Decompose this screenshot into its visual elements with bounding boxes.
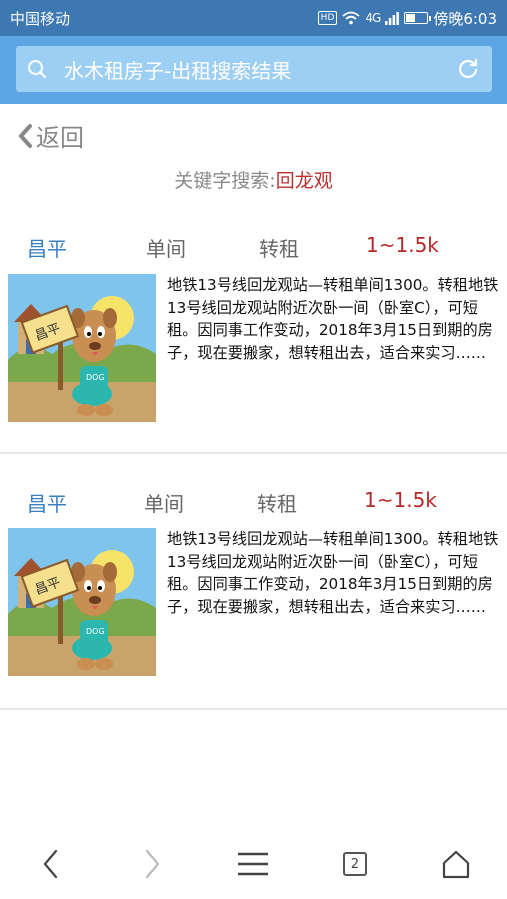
search-query-text[interactable]: 水木租房子-出租搜索结果 xyxy=(58,55,444,84)
keyword-value: 回龙观 xyxy=(275,170,333,192)
keyword-prefix: 关键字搜索: xyxy=(174,170,276,192)
dog-shirt-text: DOG xyxy=(86,373,105,382)
menu-button[interactable] xyxy=(223,834,283,894)
rent-type-tag: 转租 xyxy=(259,237,299,261)
listing-body[interactable]: DOG 昌平 地铁13号线回龙观站—转租单间1300。转租地铁13号线回龙观站附… xyxy=(0,528,507,678)
clock-label: 傍晚6:03 xyxy=(433,9,497,28)
listing-body[interactable]: DOG 昌平 地铁13号线回龙观站—转租单间1300。转租地铁13号线回龙观站附… xyxy=(0,274,507,424)
carrier-label: 中国移动 xyxy=(10,9,71,28)
rent-type-tag: 转租 xyxy=(257,492,297,516)
home-button[interactable] xyxy=(426,834,486,894)
listing-description[interactable]: 地铁13号线回龙观站—转租单间1300。转租地铁13号线回龙观站附近次卧一间（卧… xyxy=(167,528,501,618)
listing-description[interactable]: 地铁13号线回龙观站—转租单间1300。转租地铁13号线回龙观站附近次卧一间（卧… xyxy=(167,274,501,364)
listing-item[interactable]: 昌平 单间 转租 1~1.5k DOG 昌平 地铁13号线回龙观站—转租单间13… xyxy=(0,488,507,678)
network-type-label: 4G xyxy=(365,11,381,25)
battery-icon xyxy=(404,12,432,24)
price-tag: 1~1.5k xyxy=(366,233,439,257)
wifi-icon xyxy=(342,11,360,25)
listing-divider xyxy=(0,708,507,710)
tab-count-badge[interactable]: 2 xyxy=(342,852,367,876)
listing-tags: 昌平 单间 转租 1~1.5k xyxy=(0,488,507,520)
search-icon[interactable] xyxy=(16,46,58,92)
keyword-search-line: 关键字搜索:回龙观 xyxy=(0,166,507,193)
dog-shirt-text: DOG xyxy=(86,627,105,636)
forward-nav-button[interactable] xyxy=(122,834,182,894)
listing-thumbnail[interactable]: DOG 昌平 xyxy=(8,274,156,422)
back-label[interactable]: 返回 xyxy=(36,118,84,153)
status-icons: HD 4G 傍晚6:03 xyxy=(317,8,497,29)
refresh-icon[interactable] xyxy=(444,46,492,92)
room-type-tag: 单间 xyxy=(146,237,186,261)
search-bar[interactable]: 水木租房子-出租搜索结果 xyxy=(16,46,492,92)
battery-level-fill xyxy=(406,14,415,22)
tabs-button[interactable]: 2 xyxy=(325,834,385,894)
chevron-left-icon[interactable] xyxy=(41,848,61,880)
menu-icon[interactable] xyxy=(237,851,269,877)
browser-nav-bar: 2 xyxy=(0,829,507,899)
status-bar: 中国移动 HD 4G 傍晚6:03 xyxy=(0,0,507,36)
search-header: 水木租房子-出租搜索结果 xyxy=(0,36,507,104)
chevron-right-icon[interactable] xyxy=(142,848,162,880)
chevron-left-icon[interactable] xyxy=(14,121,36,151)
home-icon[interactable] xyxy=(441,849,471,879)
listing-thumbnail[interactable]: DOG 昌平 xyxy=(8,528,156,676)
signal-icon xyxy=(385,11,400,25)
listing-divider xyxy=(0,452,507,454)
listing-tags: 昌平 单间 转租 1~1.5k xyxy=(0,233,507,265)
price-tag: 1~1.5k xyxy=(364,488,437,512)
area-tag[interactable]: 昌平 xyxy=(27,233,67,262)
hd-icon: HD xyxy=(317,11,338,25)
area-tag[interactable]: 昌平 xyxy=(27,488,67,517)
listing-item[interactable]: 昌平 单间 转租 1~1.5k DOG 昌平 地铁13号线回龙观站—转租单间13… xyxy=(0,233,507,424)
back-nav-button[interactable] xyxy=(21,834,81,894)
back-button[interactable]: 返回 xyxy=(14,118,84,153)
room-type-tag: 单间 xyxy=(144,492,184,516)
